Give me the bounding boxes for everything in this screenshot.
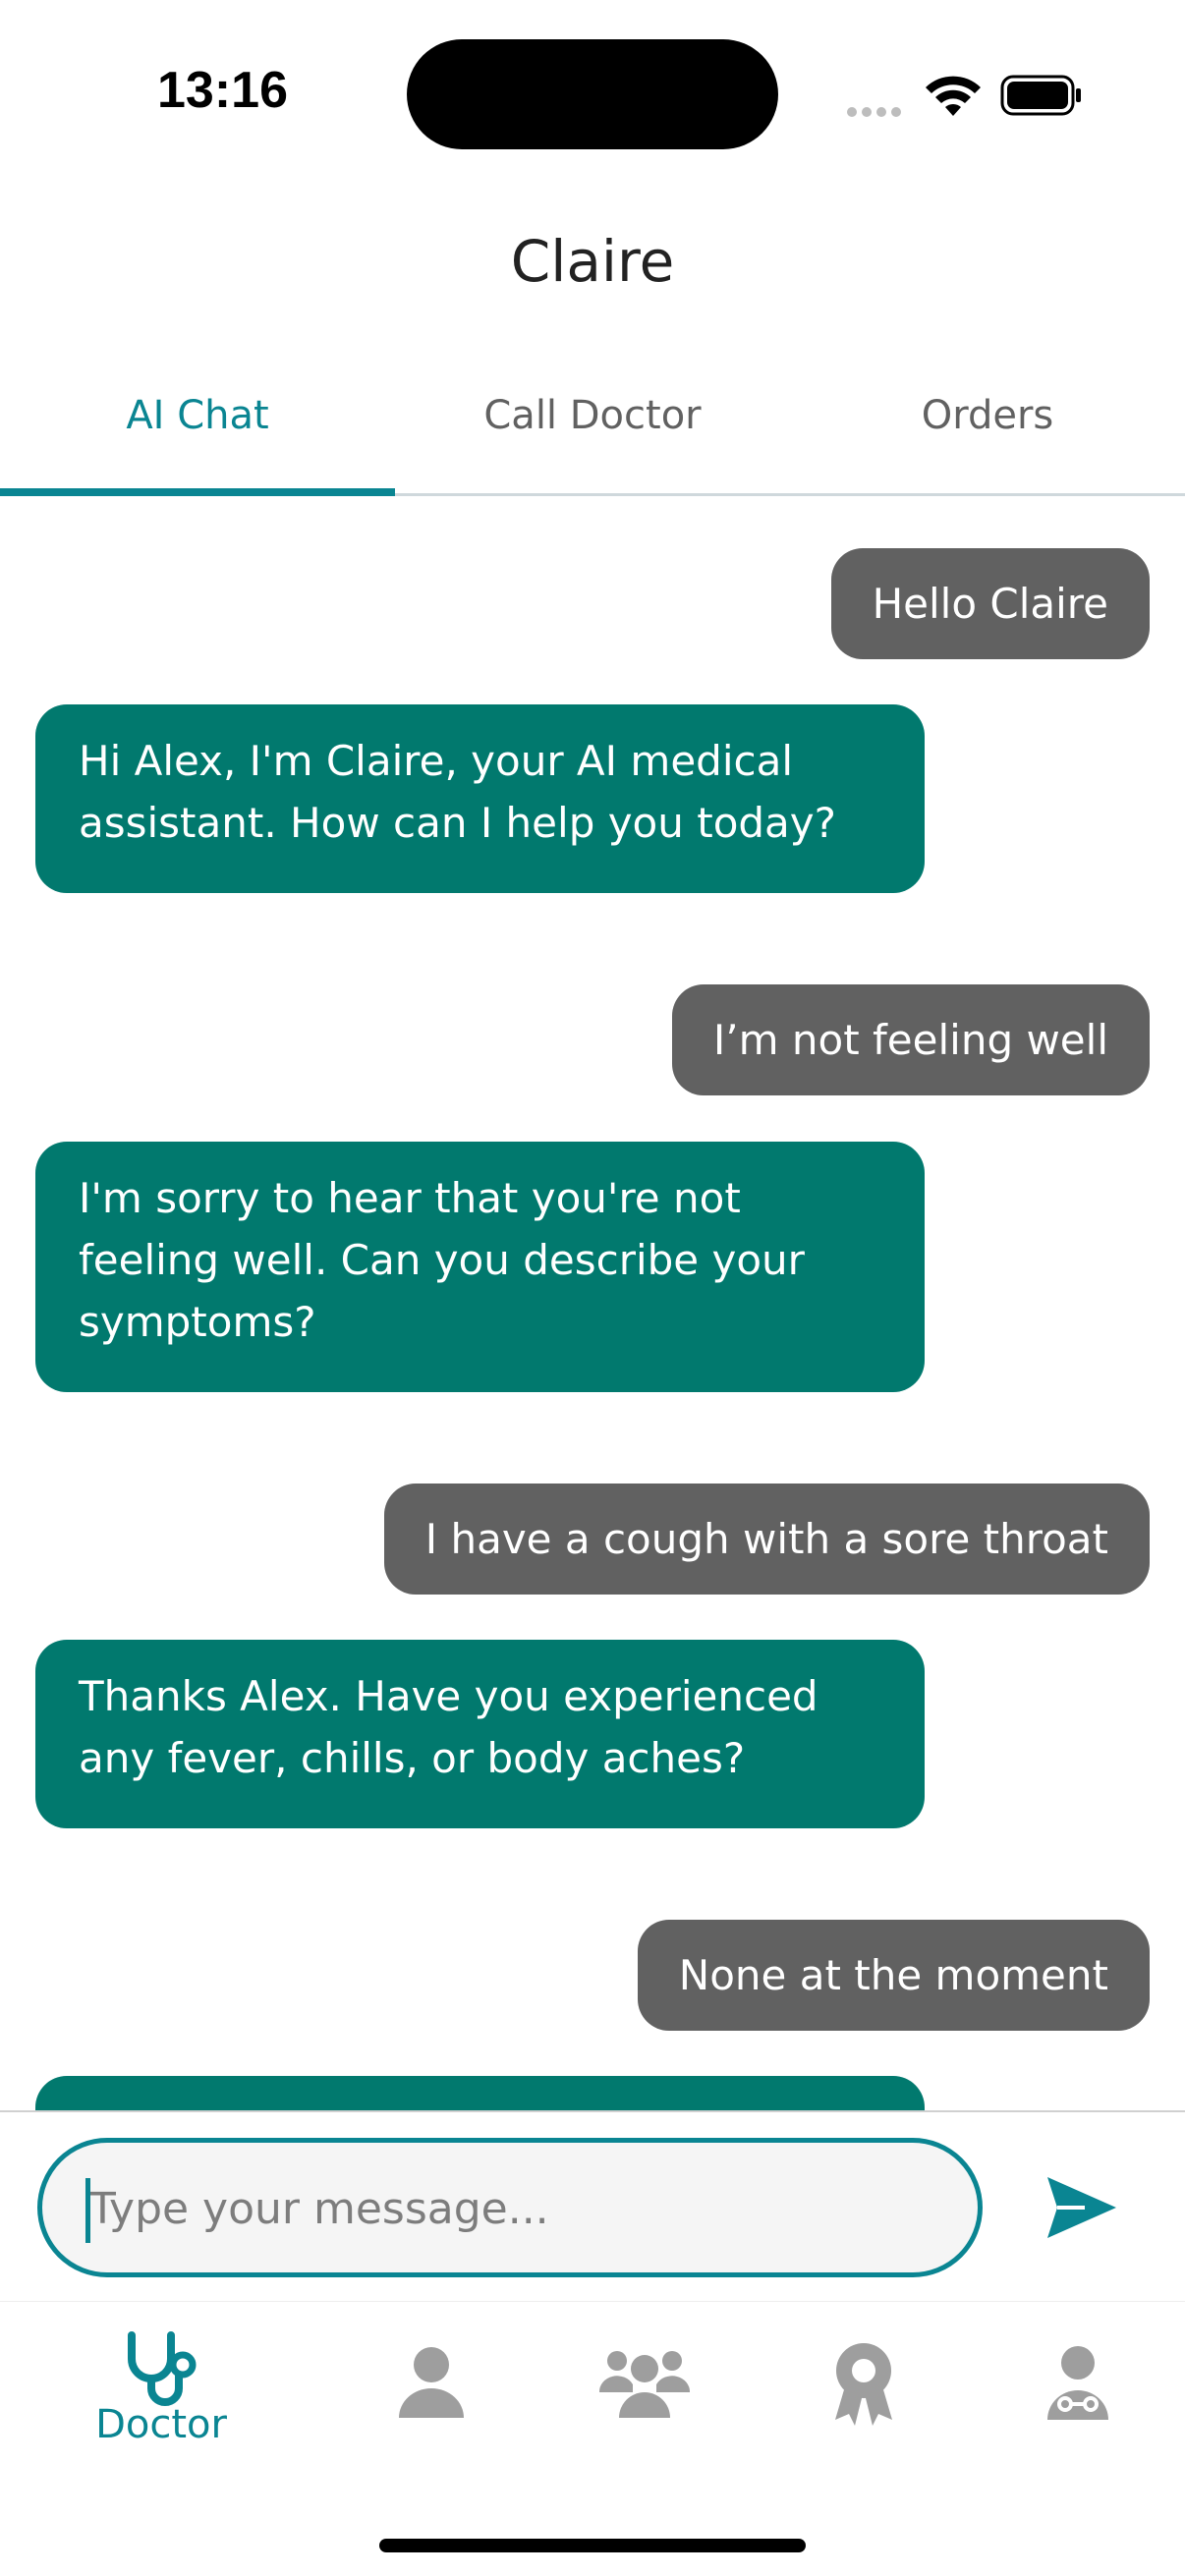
user-message-bubble: Hello Claire: [830, 548, 1150, 659]
chat-message-list[interactable]: Hello Claire Hi Alex, I'm Claire, your A…: [0, 496, 1185, 2111]
user-message-bubble: I’m not feeling well: [671, 984, 1150, 1095]
bottom-navigation: Doctor: [0, 2301, 1185, 2498]
assistant-message-bubble: Thanks Alex. Have you experienced any fe…: [35, 1640, 925, 1828]
tab-bar: AI Chat Call Doctor Orders: [0, 373, 1185, 496]
composer-divider: [0, 2110, 1185, 2112]
assistant-message-bubble: Hi Alex, I'm Claire, your AI medical ass…: [35, 704, 925, 893]
nav-item-community[interactable]: [599, 2302, 698, 2498]
person-icon: [399, 2347, 464, 2418]
group-icon: [599, 2351, 690, 2418]
status-bar: 13:16: [0, 0, 1185, 187]
assistant-message-bubble: [35, 2076, 925, 2111]
award-icon: [835, 2343, 892, 2426]
home-indicator: [379, 2539, 806, 2552]
tab-ai-chat[interactable]: AI Chat: [0, 373, 395, 496]
message-input-container[interactable]: [37, 2138, 983, 2277]
stethoscope-icon: [128, 2331, 197, 2406]
text-cursor: [85, 2178, 90, 2243]
send-icon[interactable]: [1042, 2171, 1120, 2244]
doctor-icon: [1047, 2346, 1108, 2420]
user-message-bubble: None at the moment: [637, 1920, 1150, 2031]
user-message-bubble: I have a cough with a sore throat: [383, 1484, 1150, 1595]
tab-call-doctor[interactable]: Call Doctor: [395, 373, 790, 493]
nav-item-doctor[interactable]: Doctor: [53, 2302, 269, 2498]
status-time: 13:16: [157, 62, 288, 119]
battery-icon: [1000, 75, 1081, 116]
nav-item-achievements[interactable]: [825, 2302, 904, 2498]
nav-label-doctor: Doctor: [95, 2402, 227, 2447]
nav-item-doctors[interactable]: [1040, 2302, 1118, 2498]
dynamic-island: [407, 39, 778, 149]
assistant-message-bubble: I'm sorry to hear that you're not feelin…: [35, 1142, 925, 1392]
nav-item-profile[interactable]: [393, 2302, 472, 2498]
tab-orders[interactable]: Orders: [790, 373, 1185, 493]
cellular-signal-icon: [847, 102, 906, 121]
wifi-icon: [926, 76, 981, 116]
page-title: Claire: [510, 228, 675, 295]
message-input[interactable]: [87, 2143, 936, 2274]
